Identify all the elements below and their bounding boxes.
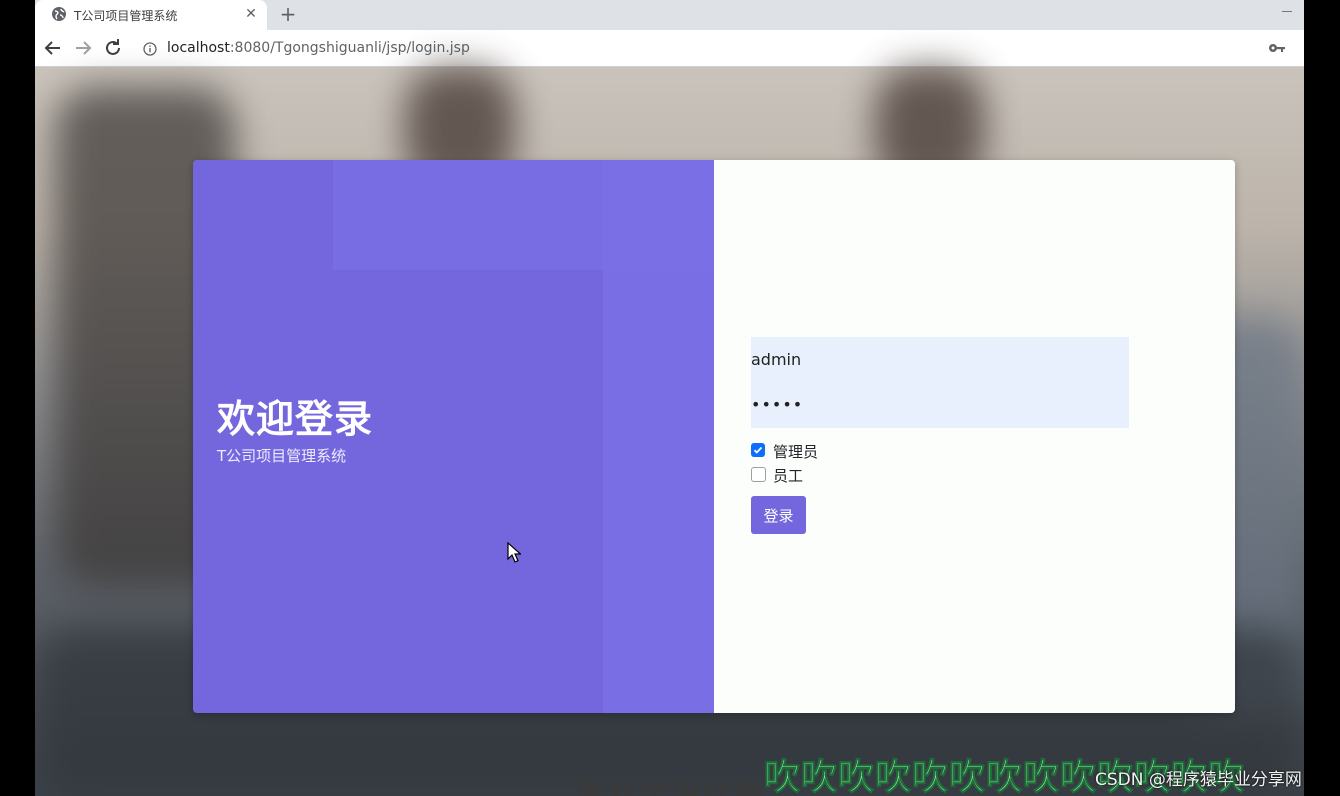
key-icon[interactable] — [1268, 40, 1286, 54]
login-button[interactable]: 登录 — [751, 496, 806, 534]
credential-fields — [751, 337, 1129, 428]
browser-toolbar: localhost:8080/Tgongshiguanli/jsp/login.… — [35, 30, 1304, 67]
new-tab-button[interactable]: + — [277, 2, 299, 26]
system-subtitle: T公司项目管理系统 — [217, 447, 347, 465]
login-card: 欢迎登录 T公司项目管理系统 管理员 员工 登录 — [193, 160, 1235, 713]
welcome-heading: 欢迎登录 — [217, 397, 374, 441]
welcome-panel: 欢迎登录 T公司项目管理系统 — [193, 160, 714, 713]
watermark: CSDN @程序猿毕业分享网 — [1095, 770, 1302, 790]
browser-tab[interactable]: T公司项目管理系统 ✕ — [35, 0, 267, 30]
panel-highlight — [603, 160, 714, 713]
admin-label: 管理员 — [773, 443, 819, 461]
url-path: :8080/Tgongshiguanli/jsp/login.jsp — [229, 40, 470, 56]
back-icon[interactable] — [41, 36, 65, 60]
minimize-button[interactable] — [1279, 3, 1297, 17]
tab-title: T公司项目管理系统 — [74, 9, 178, 23]
screen: T公司项目管理系统 ✕ + localhost:8080/Tgongshigua… — [35, 0, 1304, 796]
admin-checkbox[interactable] — [751, 443, 765, 457]
close-icon[interactable]: ✕ — [241, 4, 261, 24]
forward-icon[interactable] — [71, 36, 95, 60]
cursor-icon — [507, 542, 521, 563]
info-icon[interactable] — [143, 41, 157, 56]
overlay-caption-dark: 专业毕设代做 — [575, 778, 767, 796]
staff-label: 员工 — [773, 467, 804, 485]
url-host: localhost — [167, 40, 230, 56]
staff-checkbox[interactable] — [751, 467, 766, 482]
globe-icon — [51, 6, 67, 22]
address-bar[interactable]: localhost:8080/Tgongshiguanli/jsp/login.… — [135, 33, 1255, 63]
url-text: localhost:8080/Tgongshiguanli/jsp/login.… — [167, 40, 470, 56]
tab-strip: T公司项目管理系统 ✕ + — [35, 0, 1304, 30]
password-field[interactable] — [751, 382, 1129, 426]
login-form: 管理员 员工 登录 — [714, 160, 1235, 713]
check-icon — [753, 446, 763, 454]
username-field[interactable] — [751, 337, 1129, 381]
reload-icon[interactable] — [101, 36, 125, 60]
